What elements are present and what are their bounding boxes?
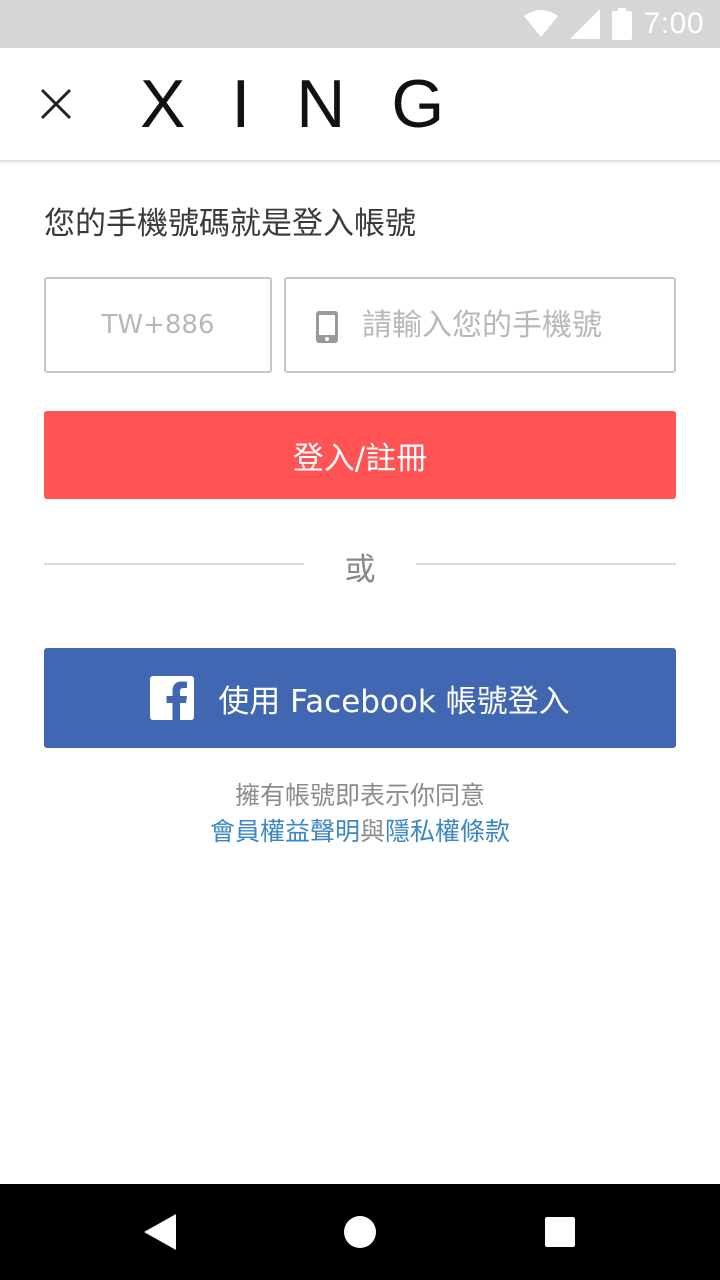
terms-intro: 擁有帳號即表示你同意: [234, 781, 485, 810]
phone-number-input[interactable]: [362, 279, 662, 371]
divider-line-right: [416, 563, 676, 565]
app-bar: XING: [0, 48, 720, 162]
mobile-phone-icon: [316, 311, 338, 343]
battery-icon: [611, 8, 632, 40]
member-rights-link[interactable]: 會員權益聲明: [210, 817, 360, 846]
back-button[interactable]: [132, 1204, 188, 1260]
country-code-field[interactable]: [44, 277, 272, 373]
recents-square-icon: [545, 1217, 575, 1247]
back-triangle-icon: [144, 1214, 176, 1250]
login-prompt: 您的手機號碼就是登入帳號: [44, 206, 416, 242]
facebook-button-label: 使用 Facebook 帳號登入: [218, 683, 570, 720]
signal-icon: [569, 9, 600, 39]
status-bar: 7:00: [0, 0, 720, 48]
home-circle-icon: [344, 1216, 376, 1248]
terms-conjunction: 與: [359, 817, 385, 846]
country-code-input[interactable]: [46, 279, 270, 371]
phone-number-field[interactable]: [284, 277, 676, 373]
recents-button[interactable]: [532, 1204, 588, 1260]
terms-notice: 擁有帳號即表示你同意 會員權益聲明與隱私權條款: [0, 778, 720, 850]
navigation-bar: [0, 1184, 720, 1280]
divider-or-text: 或: [344, 552, 376, 588]
status-time: 7:00: [643, 7, 704, 40]
privacy-policy-link[interactable]: 隱私權條款: [385, 817, 510, 846]
terms-links-line: 會員權益聲明與隱私權條款: [0, 814, 720, 850]
status-right: 7:00: [523, 0, 704, 48]
facebook-icon: [150, 676, 195, 720]
wifi-icon: [523, 10, 558, 37]
close-icon: [40, 88, 72, 120]
home-button[interactable]: [332, 1204, 388, 1260]
divider-line-left: [44, 563, 304, 565]
close-button[interactable]: [24, 72, 88, 136]
xing-logo: XING: [140, 66, 491, 142]
login-register-button[interactable]: 登入/註冊: [44, 411, 676, 499]
facebook-login-button[interactable]: 使用 Facebook 帳號登入: [44, 648, 676, 748]
